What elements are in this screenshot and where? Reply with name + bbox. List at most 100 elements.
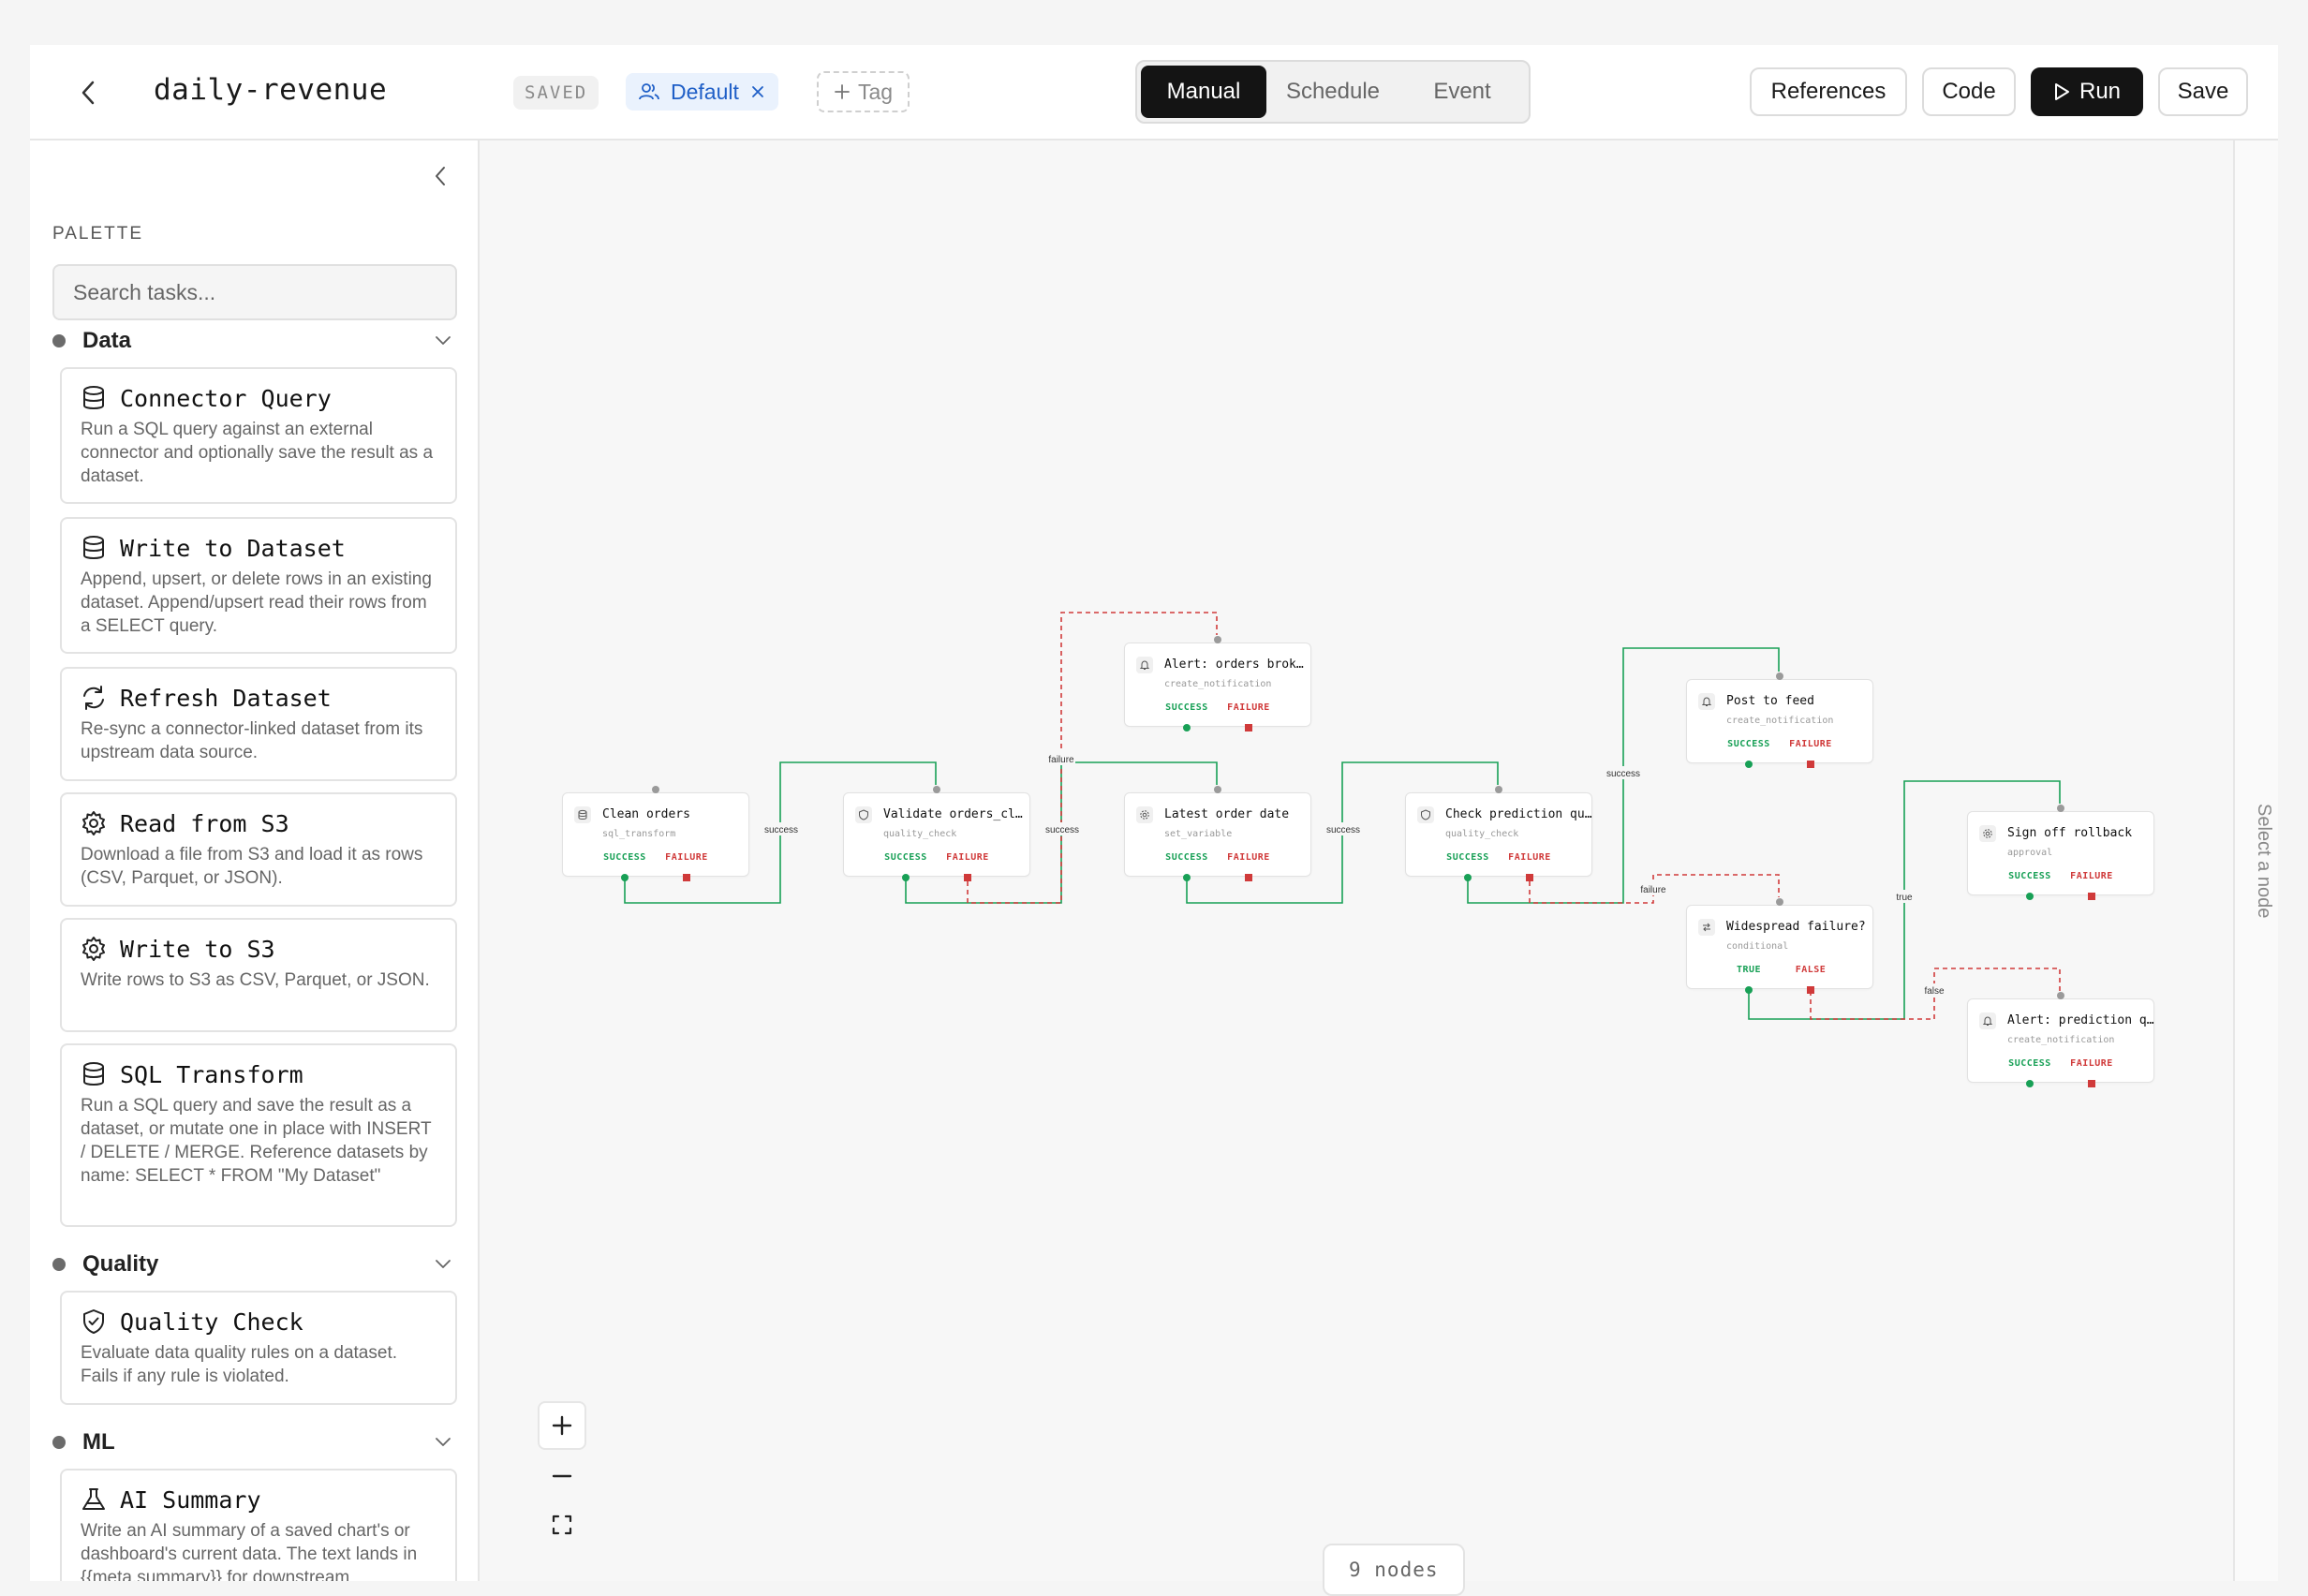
- input-port[interactable]: [2057, 805, 2064, 812]
- chevron-down-icon: [436, 336, 451, 345]
- category-quality[interactable]: Quality: [52, 1248, 457, 1281]
- node-post-to-feed[interactable]: Post to feed create_notification SUCCESS…: [1686, 672, 1873, 768]
- edge-label-success: success: [1326, 825, 1360, 835]
- task-card-ai-summary[interactable]: AI Summary Write an AI summary of a save…: [60, 1469, 457, 1581]
- node-type: approval: [2007, 848, 2053, 858]
- node-title: Alert: prediction q…: [2007, 1013, 2154, 1027]
- pipeline-canvas[interactable]: success success failure success success …: [480, 140, 2233, 1581]
- failure-port[interactable]: [2088, 1080, 2095, 1087]
- task-card-connector-query[interactable]: Connector Query Run a SQL query against …: [60, 367, 457, 504]
- bell-icon: [1698, 693, 1715, 710]
- collapse-sidebar-button[interactable]: [425, 161, 455, 191]
- input-port[interactable]: [1776, 672, 1783, 680]
- success-label: SUCCESS: [884, 852, 927, 863]
- users-icon: [639, 83, 659, 100]
- failure-port[interactable]: [1807, 761, 1814, 768]
- failure-port[interactable]: [964, 874, 971, 881]
- success-port[interactable]: [902, 874, 910, 881]
- false-label: FALSE: [1795, 965, 1827, 975]
- category-data[interactable]: Data: [52, 324, 457, 358]
- category-ml[interactable]: ML: [52, 1426, 457, 1459]
- node-type: create_notification: [1164, 679, 1272, 689]
- fit-view-button[interactable]: [538, 1500, 586, 1549]
- edge-label-failure: failure: [1048, 755, 1074, 765]
- success-port[interactable]: [2026, 1080, 2034, 1087]
- task-card-write-to-dataset[interactable]: Write to Dataset Append, upsert, or dele…: [60, 517, 457, 654]
- success-port[interactable]: [621, 874, 629, 881]
- false-port[interactable]: [1807, 986, 1814, 994]
- back-button[interactable]: [69, 74, 107, 111]
- node-validate-orders[interactable]: Validate orders_cl… quality_check SUCCES…: [843, 786, 1030, 881]
- failure-port[interactable]: [1245, 724, 1252, 732]
- node-type: conditional: [1726, 941, 1789, 952]
- search-input[interactable]: [52, 264, 457, 320]
- shield-check-icon: [83, 1309, 104, 1334]
- status-badge: SAVED: [513, 76, 599, 110]
- palette-sidebar: PALETTE Data Connector Query Run a SQL q…: [30, 140, 480, 1581]
- input-port[interactable]: [2057, 992, 2064, 999]
- category-dot: [52, 1436, 66, 1449]
- failure-label: FAILURE: [1508, 852, 1551, 863]
- node-alert-orders-broken[interactable]: Alert: orders brok… create_notification …: [1124, 636, 1311, 732]
- card-description: Download a file from S3 and load it as r…: [81, 845, 423, 888]
- input-port[interactable]: [652, 786, 659, 793]
- task-card-refresh-dataset[interactable]: Refresh Dataset Re-sync a connector-link…: [60, 667, 457, 781]
- failure-label: FAILURE: [2070, 1058, 2113, 1069]
- success-port[interactable]: [1745, 761, 1753, 768]
- success-port[interactable]: [1183, 724, 1191, 732]
- task-card-quality-check[interactable]: Quality Check Evaluate data quality rule…: [60, 1291, 457, 1405]
- zoom-out-button[interactable]: [538, 1452, 586, 1500]
- input-port[interactable]: [1776, 898, 1783, 906]
- node-check-prediction[interactable]: Check prediction qu… quality_check SUCCE…: [1405, 786, 1592, 881]
- input-port[interactable]: [1214, 786, 1221, 793]
- failure-label: FAILURE: [1227, 852, 1270, 863]
- failure-port[interactable]: [683, 874, 690, 881]
- node-sign-off-rollback[interactable]: Sign off rollback approval SUCCESS FAILU…: [1967, 805, 2154, 900]
- input-port[interactable]: [933, 786, 940, 793]
- failure-port[interactable]: [1245, 874, 1252, 881]
- task-card-sql-transform[interactable]: SQL Transform Run a SQL query and save t…: [60, 1043, 457, 1227]
- input-port[interactable]: [1495, 786, 1502, 793]
- input-port[interactable]: [1214, 636, 1221, 643]
- node-title: Sign off rollback: [2007, 826, 2133, 840]
- success-port[interactable]: [2026, 893, 2034, 900]
- failure-port[interactable]: [2088, 893, 2095, 900]
- pipeline-name[interactable]: daily-revenue: [154, 73, 387, 107]
- fit-view-icon: [552, 1515, 572, 1535]
- code-button[interactable]: Code: [1922, 67, 2016, 116]
- close-icon[interactable]: [750, 84, 765, 99]
- task-card-write-to-s3[interactable]: Write to S3 Write rows to S3 as CSV, Par…: [60, 918, 457, 1032]
- references-button[interactable]: References: [1750, 67, 1907, 116]
- success-port[interactable]: [1464, 874, 1472, 881]
- tab-manual[interactable]: Manual: [1141, 66, 1266, 118]
- chevron-left-icon: [436, 167, 445, 185]
- gear-icon: [82, 937, 105, 961]
- failure-label: FAILURE: [665, 852, 708, 863]
- failure-port[interactable]: [1526, 874, 1533, 881]
- task-card-read-from-s3[interactable]: Read from S3 Download a file from S3 and…: [60, 792, 457, 907]
- zoom-in-button[interactable]: [538, 1401, 586, 1450]
- bell-icon: [1979, 1012, 1996, 1029]
- tab-schedule[interactable]: Schedule: [1270, 66, 1396, 118]
- node-widespread-failure[interactable]: Widespread failure? conditional TRUE FAL…: [1686, 898, 1873, 994]
- default-chip[interactable]: Default: [626, 73, 778, 111]
- node-title: Widespread failure?: [1726, 920, 1866, 934]
- node-title: Check prediction qu…: [1445, 807, 1592, 821]
- node-clean-orders[interactable]: Clean orders sql_transform SUCCESS FAILU…: [562, 786, 749, 881]
- card-description: Run a SQL query and save the result as a…: [81, 1096, 432, 1186]
- plus-icon: [552, 1415, 572, 1436]
- save-button[interactable]: Save: [2158, 67, 2248, 116]
- run-button[interactable]: Run: [2031, 67, 2143, 116]
- pipeline-editor: daily-revenue SAVED Default Tag Manual S…: [30, 45, 2278, 1596]
- true-port[interactable]: [1745, 986, 1753, 994]
- bell-icon: [1136, 657, 1153, 673]
- success-label: SUCCESS: [603, 852, 646, 863]
- category-label: Data: [82, 328, 132, 353]
- node-alert-prediction[interactable]: Alert: prediction q… create_notification…: [1967, 992, 2154, 1087]
- tab-event[interactable]: Event: [1399, 66, 1525, 118]
- database-icon: [574, 806, 591, 823]
- node-latest-order-date[interactable]: Latest order date set_variable SUCCESS F…: [1124, 786, 1311, 881]
- add-tag-button[interactable]: Tag: [817, 71, 910, 112]
- success-port[interactable]: [1183, 874, 1191, 881]
- inspector-placeholder: Select a node: [2254, 804, 2274, 919]
